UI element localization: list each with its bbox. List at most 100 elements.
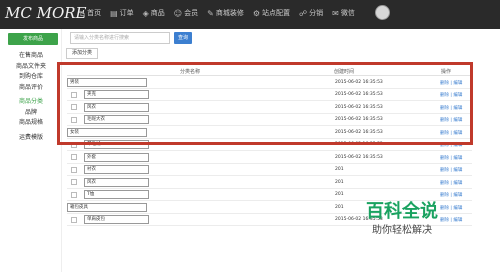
category-name-input[interactable]: 单肩皮包 — [84, 215, 149, 224]
goods-icon: ◈ — [142, 8, 149, 18]
created-time: 2015-06-02 16:35:53 — [335, 117, 383, 122]
row-checkbox[interactable] — [71, 216, 77, 223]
row-checkbox[interactable] — [71, 154, 77, 160]
row-checkbox[interactable] — [71, 116, 77, 123]
sidebar-item[interactable]: 商品规格 — [0, 118, 62, 129]
nav-item-3[interactable]: ☺ 会员 — [174, 8, 198, 18]
nav-item-0[interactable]: ⌂ 首页 — [80, 8, 101, 18]
row-actions[interactable]: 删除 | 编辑 — [440, 105, 462, 111]
row-actions[interactable]: 删除 | 编辑 — [440, 192, 462, 198]
search-input[interactable]: 请输入分类名称进行搜索 — [70, 32, 170, 44]
row-checkbox[interactable] — [71, 191, 77, 198]
row-actions[interactable]: 删除 | 编辑 — [440, 92, 462, 98]
category-name-input[interactable]: 女装 — [67, 127, 147, 137]
header-ops: 操作 — [441, 69, 452, 75]
nav-item-label: 会员 — [184, 9, 199, 17]
nav-item-label: 站点配置 — [262, 9, 291, 17]
sidebar-item[interactable]: 商品分类 — [0, 97, 62, 108]
nav-item-label: 商城装修 — [215, 9, 244, 17]
add-category-button[interactable]: 添加分类 — [66, 48, 98, 59]
row-actions[interactable]: 删除 | 编辑 — [440, 142, 462, 148]
nav-item-label: 微信 — [340, 9, 355, 17]
category-name-input[interactable]: 衬衣 — [84, 165, 149, 174]
created-time: 2015-06-02 16:35:53 — [335, 142, 383, 147]
created-time: 2015-06-02 16:35:53 — [335, 104, 383, 110]
table-row: 风衣 2015-06-02 16:35:53 删除 | 编辑 — [67, 101, 472, 114]
row-actions[interactable]: 删除 | 编辑 — [440, 155, 462, 161]
category-name-input[interactable]: 毛呢大衣 — [84, 115, 149, 124]
sidebar-item[interactable]: 品牌 — [0, 108, 62, 119]
table-row: 女装 2015-06-02 16:35:53 删除 | 编辑 — [67, 126, 472, 139]
row-checkbox[interactable] — [71, 166, 77, 173]
row-actions[interactable]: 删除 | 编辑 — [440, 217, 462, 223]
created-time: 2015-06-02 16:35:53 — [335, 92, 383, 97]
top-navbar: MC MORE ⌂ 首页 ▤ 订单 ◈ 商品 ☺ 会员 ✎ 商城装修 ⚙ 站点配置 ☍ 分销 ✉ 微信 — [0, 0, 500, 29]
nav-item-2[interactable]: ◈ 商品 — [143, 8, 165, 18]
created-time: 201 — [335, 192, 344, 197]
nav-item-label: 首页 — [87, 9, 102, 17]
category-name-input[interactable]: 男装 — [67, 77, 147, 87]
sidebar-item[interactable]: 商品评价 — [0, 83, 62, 94]
table-row: 风衣 201 删除 | 编辑 — [67, 176, 472, 189]
row-actions[interactable]: 删除 | 编辑 — [440, 180, 462, 186]
home-icon: ⌂ — [80, 8, 86, 18]
nav-item-7[interactable]: ✉ 微信 — [332, 8, 355, 18]
category-name-input[interactable]: 羊毛绒 — [84, 140, 149, 149]
table-row: 男装 2015-06-02 16:35:53 删除 | 编辑 — [67, 76, 472, 89]
sidebar: 发布商品 在售商品 商品文件夹 到购仓库 商品评价商品分类 品牌 商品规格运费模版 — [0, 29, 62, 272]
nav-item-label: 订单 — [119, 9, 134, 17]
publish-goods-button[interactable]: 发布商品 — [8, 33, 58, 45]
order-icon: ▤ — [110, 8, 118, 18]
created-time: 2015-06-02 16:35:53 — [335, 129, 383, 135]
sidebar-item[interactable]: 运费模版 — [0, 133, 62, 144]
category-name-input[interactable]: 风衣 — [84, 102, 149, 112]
nav-item-6[interactable]: ☍ 分销 — [299, 8, 323, 18]
nav-item-5[interactable]: ⚙ 站点配置 — [253, 8, 290, 18]
nav-item-label: 分销 — [309, 9, 324, 17]
row-actions[interactable]: 删除 | 编辑 — [440, 167, 462, 173]
table-row: 衬衣 201 删除 | 编辑 — [67, 164, 472, 176]
row-checkbox[interactable] — [71, 179, 77, 185]
table-row: 外套 2015-06-02 16:35:53 删除 | 编辑 — [67, 151, 472, 164]
created-time: 201 — [335, 204, 344, 210]
table-row: T恤 201 删除 | 编辑 — [67, 189, 472, 201]
row-actions[interactable]: 删除 | 编辑 — [440, 205, 462, 211]
row-checkbox[interactable] — [71, 104, 77, 110]
row-actions[interactable]: 删除 | 编辑 — [440, 117, 462, 123]
wechat-icon: ✉ — [332, 8, 339, 18]
category-name-input[interactable]: 箱包皮具 — [67, 202, 147, 212]
row-checkbox[interactable] — [71, 141, 77, 148]
category-name-input[interactable]: 风衣 — [84, 177, 149, 187]
sidebar-item[interactable]: 在售商品 — [0, 51, 62, 62]
category-name-input[interactable]: 夹克 — [84, 90, 149, 99]
config-icon: ⚙ — [252, 8, 261, 18]
sidebar-item[interactable]: 到购仓库 — [0, 72, 62, 83]
avatar[interactable] — [375, 5, 390, 20]
watermark: 百科全说 助你轻松解决 — [366, 202, 438, 238]
row-checkbox[interactable] — [71, 91, 77, 98]
nav-item-1[interactable]: ▤ 订单 — [110, 8, 134, 18]
header-name: 分类名称 — [180, 69, 201, 75]
row-actions[interactable]: 删除 | 编辑 — [440, 130, 462, 136]
search-button[interactable]: 查询 — [174, 32, 192, 44]
user-icon: ☺ — [173, 8, 183, 18]
main-nav: ⌂ 首页 ▤ 订单 ◈ 商品 ☺ 会员 ✎ 商城装修 ⚙ 站点配置 ☍ 分销 ✉ 微信 — [80, 8, 364, 18]
table-header: 分类名称 创建时间 操作 — [67, 66, 472, 76]
watermark-subtitle: 助你轻松解决 — [372, 225, 432, 236]
nav-item-label: 商品 — [150, 9, 165, 17]
created-time: 2015-06-02 16:35:53 — [335, 79, 383, 85]
sidebar-menu: 在售商品 商品文件夹 到购仓库 商品评价商品分类 品牌 商品规格运费模版 — [0, 51, 62, 143]
header-time: 创建时间 — [334, 69, 355, 75]
share-icon: ☍ — [299, 8, 308, 18]
category-name-input[interactable]: 外套 — [84, 152, 149, 162]
table-row: 夹克 2015-06-02 16:35:53 删除 | 编辑 — [67, 89, 472, 101]
category-name-input[interactable]: T恤 — [84, 190, 149, 199]
decor-icon: ✎ — [207, 8, 214, 18]
nav-item-4[interactable]: ✎ 商城装修 — [207, 8, 244, 18]
row-actions[interactable]: 删除 | 编辑 — [440, 80, 462, 86]
brand-logo[interactable]: MC MORE — [5, 4, 87, 22]
sidebar-item[interactable]: 商品文件夹 — [0, 62, 62, 73]
created-time: 201 — [335, 167, 344, 172]
watermark-title: 百科全说 — [366, 201, 438, 222]
created-time: 201 — [335, 179, 344, 185]
